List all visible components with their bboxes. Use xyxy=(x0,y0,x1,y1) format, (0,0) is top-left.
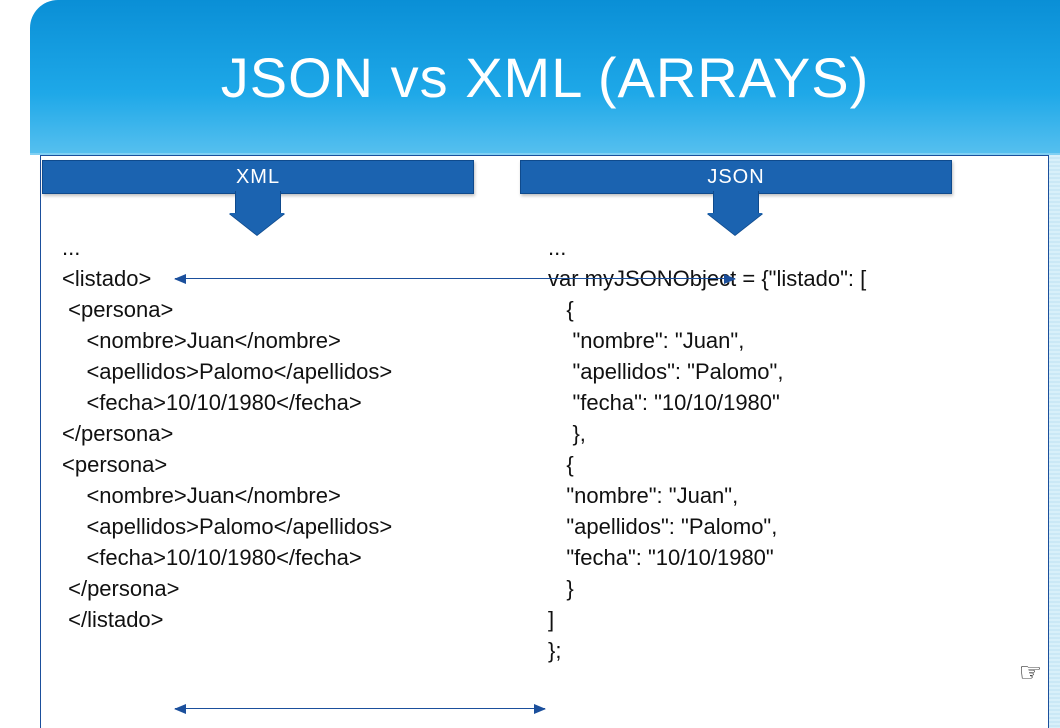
slide-title: JSON vs XML (ARRAYS) xyxy=(221,45,870,110)
json-header-band: JSON xyxy=(520,160,952,194)
xml-code-block: ... <listado> <persona> <nombre>Juan</no… xyxy=(62,232,392,635)
correspondence-arrow-top xyxy=(175,278,735,279)
hand-pointer-icon: ☞ xyxy=(1019,657,1042,688)
xml-header-band: XML xyxy=(42,160,474,194)
title-band: JSON vs XML (ARRAYS) xyxy=(30,0,1060,155)
json-code-block: ... var myJSONObject = {"listado": [ { "… xyxy=(548,232,866,666)
decorative-strip xyxy=(1049,155,1060,728)
slide: JSON vs XML (ARRAYS) XML JSON ... <lista… xyxy=(0,0,1060,728)
json-header-label: JSON xyxy=(707,166,764,189)
correspondence-arrow-bottom xyxy=(175,708,545,709)
xml-header-label: XML xyxy=(236,166,280,189)
